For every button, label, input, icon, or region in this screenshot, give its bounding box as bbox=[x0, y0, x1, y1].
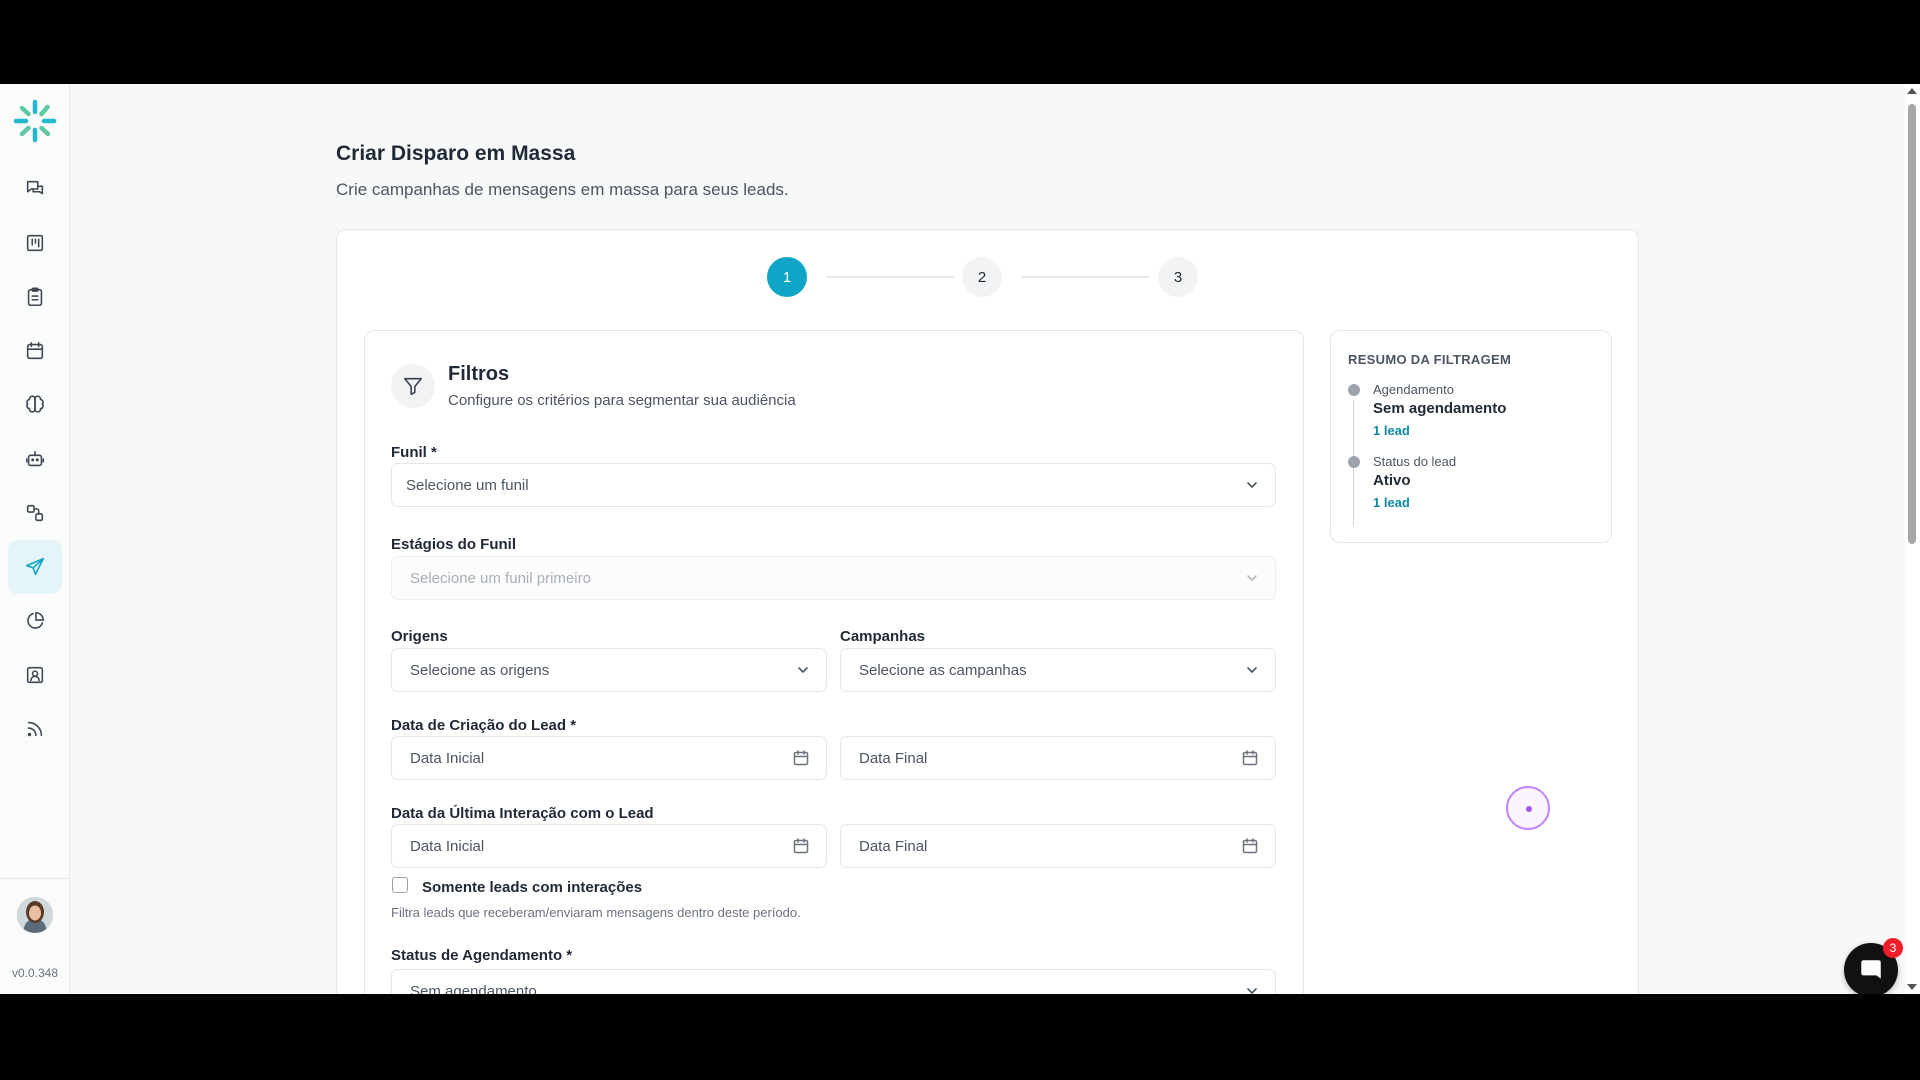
sidebar-divider bbox=[0, 878, 70, 879]
page-title: Criar Disparo em Massa bbox=[336, 142, 576, 165]
clipboard-icon bbox=[27, 287, 43, 307]
last-interaction-start-input[interactable]: Data Inicial bbox=[391, 824, 827, 868]
page-subtitle: Crie campanhas de mensagens em massa par… bbox=[336, 180, 789, 199]
send-icon bbox=[25, 557, 45, 576]
created-date-end-placeholder: Data Final bbox=[859, 749, 928, 767]
workflow-icon bbox=[26, 504, 44, 522]
chevron-down-icon bbox=[796, 663, 810, 677]
summary-dot bbox=[1348, 456, 1360, 468]
filters-title: Filtros bbox=[448, 363, 510, 385]
chevron-down-icon bbox=[1245, 984, 1259, 994]
schedule-status-value: Sem agendamento bbox=[410, 982, 537, 995]
scroll-up-arrow[interactable] bbox=[1907, 88, 1917, 94]
schedule-status-label: Status de Agendamento * bbox=[391, 947, 573, 964]
kanban-icon bbox=[26, 234, 44, 252]
sidebar-item-conversations[interactable] bbox=[8, 162, 62, 216]
contact-icon bbox=[26, 666, 44, 684]
summary-item-count: 1 lead bbox=[1373, 495, 1410, 510]
calendar-icon[interactable] bbox=[1241, 749, 1259, 767]
sidebar-item-reports[interactable] bbox=[8, 594, 62, 648]
chat-icon bbox=[26, 180, 44, 195]
created-date-label: Data de Criação do Lead * bbox=[391, 717, 577, 734]
chevron-down-icon bbox=[1245, 571, 1259, 585]
app-logo[interactable] bbox=[12, 98, 58, 144]
chat-notification-badge: 3 bbox=[1883, 938, 1903, 958]
step-connector bbox=[826, 276, 954, 278]
letterbox-bottom bbox=[0, 994, 1920, 1080]
sidebar-item-mass-send[interactable] bbox=[8, 540, 62, 594]
bot-icon bbox=[25, 450, 45, 467]
summary-item-value: Ativo bbox=[1373, 472, 1411, 489]
summary-item-value: Sem agendamento bbox=[1373, 400, 1507, 417]
origins-select-placeholder: Selecione as origens bbox=[410, 661, 550, 679]
summary-item-count: 1 lead bbox=[1373, 423, 1410, 438]
scrollbar-thumb[interactable] bbox=[1908, 104, 1916, 544]
step-1[interactable]: 1 bbox=[767, 257, 807, 297]
only-interactions-label[interactable]: Somente leads com interações bbox=[422, 879, 642, 896]
schedule-status-select[interactable]: Sem agendamento bbox=[391, 969, 1276, 994]
sidebar-item-automations[interactable] bbox=[8, 486, 62, 540]
created-date-start-placeholder: Data Inicial bbox=[410, 749, 485, 767]
stages-label: Estágios do Funil bbox=[391, 536, 517, 553]
calendar-icon[interactable] bbox=[792, 837, 810, 855]
last-interaction-start-placeholder: Data Inicial bbox=[410, 837, 485, 855]
sidebar-item-ai[interactable] bbox=[8, 378, 62, 432]
campaigns-label: Campanhas bbox=[840, 628, 926, 645]
only-interactions-checkbox[interactable] bbox=[392, 877, 408, 893]
created-date-end-input[interactable]: Data Final bbox=[840, 736, 1276, 780]
calendar-icon bbox=[26, 341, 44, 360]
sidebar-item-bots[interactable] bbox=[8, 432, 62, 486]
sidebar-item-contacts[interactable] bbox=[8, 648, 62, 702]
funnel-select[interactable]: Selecione um funil bbox=[391, 463, 1276, 507]
last-interaction-label: Data da Última Interação com o Lead bbox=[391, 805, 654, 822]
funnel-select-placeholder: Selecione um funil bbox=[406, 476, 529, 494]
step-connector bbox=[1021, 276, 1149, 278]
filter-icon bbox=[403, 377, 423, 396]
pie-chart-icon bbox=[27, 611, 45, 629]
sidebar: v0.0.348 bbox=[0, 84, 70, 994]
stages-select-placeholder: Selecione um funil primeiro bbox=[410, 569, 591, 587]
step-3[interactable]: 3 bbox=[1158, 257, 1198, 297]
sidebar-item-kanban[interactable] bbox=[8, 216, 62, 270]
created-date-start-input[interactable]: Data Inicial bbox=[391, 736, 827, 780]
filters-subtitle: Configure os critérios para segmentar su… bbox=[448, 392, 796, 409]
filter-icon-badge bbox=[391, 364, 435, 408]
app-window: v0.0.348 Criar Disparo em Massa Crie cam… bbox=[0, 84, 1920, 994]
avatar[interactable] bbox=[17, 897, 53, 933]
origins-label: Origens bbox=[391, 628, 448, 645]
cursor-indicator bbox=[1506, 786, 1550, 830]
sidebar-item-feeds[interactable] bbox=[8, 702, 62, 756]
only-interactions-helper: Filtra leads que receberam/enviaram mens… bbox=[391, 905, 801, 920]
funnel-label: Funil * bbox=[391, 444, 437, 461]
app-version: v0.0.348 bbox=[11, 966, 59, 980]
last-interaction-end-placeholder: Data Final bbox=[859, 837, 928, 855]
brain-icon bbox=[26, 395, 44, 413]
summary-dot bbox=[1348, 384, 1360, 396]
scroll-down-arrow[interactable] bbox=[1907, 984, 1917, 990]
summary-item-label: Agendamento bbox=[1373, 382, 1454, 397]
chevron-down-icon bbox=[1245, 663, 1259, 677]
last-interaction-end-input[interactable]: Data Final bbox=[840, 824, 1276, 868]
chevron-down-icon bbox=[1245, 478, 1259, 492]
campaigns-select-placeholder: Selecione as campanhas bbox=[859, 661, 1027, 679]
rss-icon bbox=[27, 721, 43, 737]
summary-title: RESUMO DA FILTRAGEM bbox=[1348, 352, 1512, 367]
sidebar-item-tasks[interactable] bbox=[8, 270, 62, 324]
sidebar-item-calendar[interactable] bbox=[8, 324, 62, 378]
stages-select[interactable]: Selecione um funil primeiro bbox=[391, 556, 1276, 600]
chat-bubble-icon bbox=[1861, 960, 1881, 979]
calendar-icon[interactable] bbox=[1241, 837, 1259, 855]
calendar-icon[interactable] bbox=[792, 749, 810, 767]
origins-select[interactable]: Selecione as origens bbox=[391, 648, 827, 692]
summary-item-label: Status do lead bbox=[1373, 454, 1457, 469]
campaigns-select[interactable]: Selecione as campanhas bbox=[840, 648, 1276, 692]
step-2[interactable]: 2 bbox=[962, 257, 1002, 297]
letterbox-top bbox=[0, 0, 1920, 84]
